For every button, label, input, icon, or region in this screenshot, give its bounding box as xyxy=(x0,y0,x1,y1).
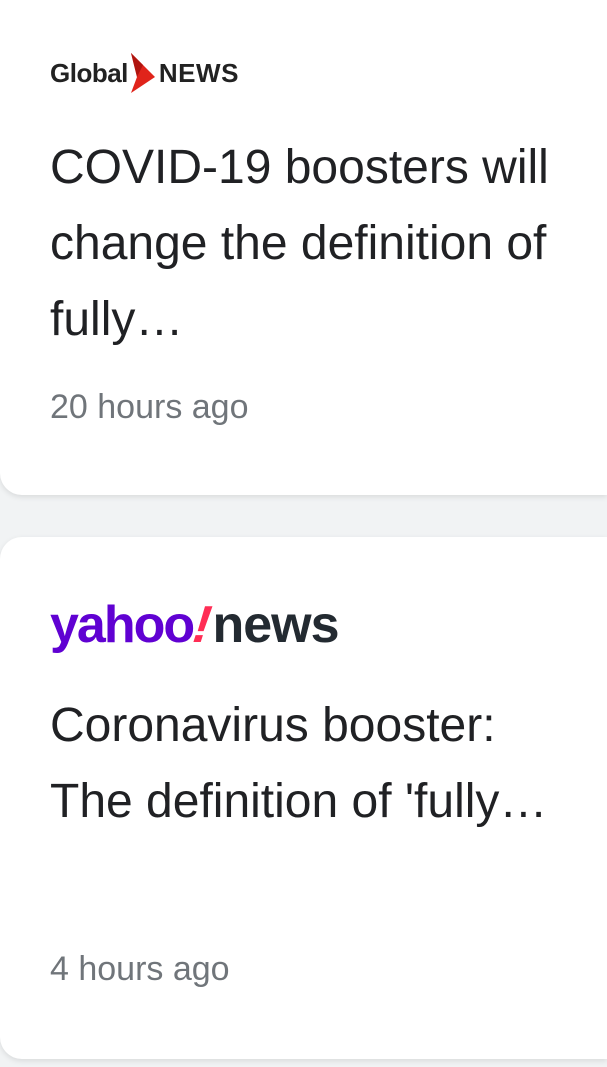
global-news-logo-global: Global xyxy=(50,57,128,88)
article-headline[interactable]: Coronavirus booster: The definition of '… xyxy=(50,688,590,840)
global-news-arrow-icon xyxy=(130,53,155,93)
global-news-logo-news: NEWS xyxy=(158,57,239,88)
article-headline[interactable]: COVID-19 boosters will change the defini… xyxy=(50,130,590,358)
article-timestamp: 20 hours ago xyxy=(50,388,249,426)
article-timestamp: 4 hours ago xyxy=(50,950,230,988)
yahoo-news-logo-yahoo: yahoo xyxy=(50,596,195,654)
yahoo-news-logo: yahoo ! news xyxy=(50,595,340,655)
global-news-logo: Global NEWS xyxy=(50,53,239,93)
yahoo-news-logo-news: news xyxy=(212,596,339,654)
